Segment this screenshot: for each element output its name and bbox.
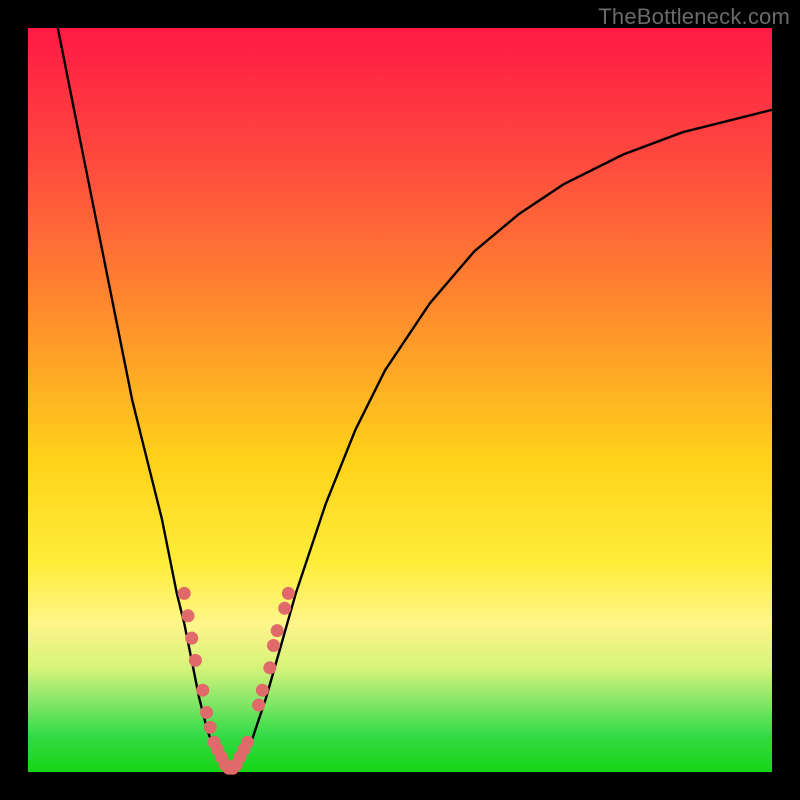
curve-marker <box>182 609 195 622</box>
curve-marker <box>256 684 269 697</box>
curve-marker <box>185 632 198 645</box>
chart-svg <box>28 28 772 772</box>
chart-frame: TheBottleneck.com <box>0 0 800 800</box>
curve-marker <box>278 602 291 615</box>
curve-marker <box>204 721 217 734</box>
curve-marker <box>200 706 213 719</box>
curve-marker <box>178 587 191 600</box>
curve-marker <box>282 587 295 600</box>
bottleneck-curve <box>58 28 772 772</box>
curve-marker <box>271 624 284 637</box>
chart-plot-area <box>28 28 772 772</box>
curve-marker <box>189 654 202 667</box>
watermark-text: TheBottleneck.com <box>598 4 790 30</box>
curve-marker <box>252 699 265 712</box>
curve-marker <box>263 661 276 674</box>
curve-marker <box>267 639 280 652</box>
curve-marker <box>196 684 209 697</box>
curve-marker <box>241 736 254 749</box>
